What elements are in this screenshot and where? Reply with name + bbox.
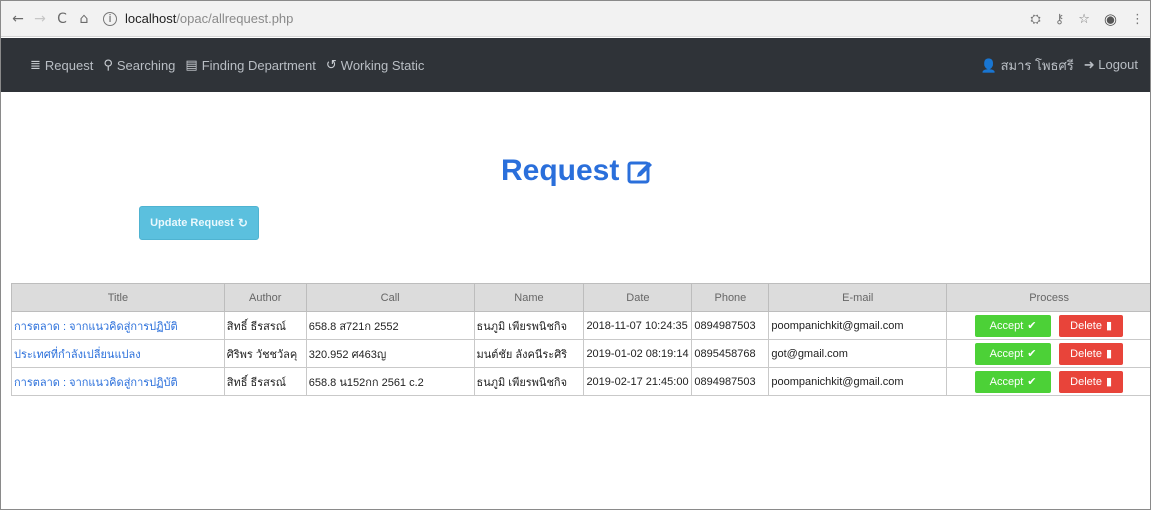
list-icon: ≣ [30,57,41,73]
row-phone: 0894987503 [691,311,770,340]
nav-user-area: 👤 สมาร โพธศรี ➜ Logout [981,38,1138,92]
delete-button[interactable]: Delete ▮ [1059,314,1124,337]
row-name: ธนภูมิ เพียรพนิชกิจ [473,367,585,396]
star-icon[interactable]: ☆ [1078,12,1090,27]
forward-icon[interactable]: → [29,11,51,27]
delete-button[interactable]: Delete ▮ [1059,370,1124,393]
trash-icon: ▮ [1105,375,1112,388]
delete-button[interactable]: Delete ▮ [1059,342,1124,365]
row-name: มนต์ชัย ลังคนีระศิริ [473,339,585,368]
row-title[interactable]: ประเทศที่กำลังเปลี่ยนแปลง [11,339,225,368]
accept-label: Accept [989,319,1024,332]
row-process: Accept ✔ Delete ▮ [946,339,1150,368]
row-phone: 0895458768 [691,339,770,368]
row-date: 2019-01-02 08:19:14 [583,339,693,368]
table-header-row: Title Author Call Name Date Phone E-mail… [11,283,1150,312]
row-author: สิทธิ์ ธีรสรณ์ [223,367,307,396]
check-icon: ✔ [1027,319,1037,332]
nav-request[interactable]: ≣ Request [30,58,93,73]
table-row: การตลาด : จากแนวคิดสู่การปฏิบัติ สิทธิ์ … [11,311,1150,340]
back-icon[interactable]: ← [7,11,29,27]
header-name: Name [473,283,585,312]
browser-actions: ⛭ ⚷ ☆ ◉ ⋮ [1030,1,1144,37]
accept-label: Accept [989,347,1024,360]
app-navbar: ≣ Request ⚲ Searching ▤ Finding Departme… [1,38,1150,92]
accept-button[interactable]: Accept ✔ [975,314,1052,337]
logout-link[interactable]: ➜ Logout [1084,57,1138,73]
row-email: got@gmail.com [768,339,948,368]
menu-icon[interactable]: ⋮ [1131,12,1144,27]
update-request-label: Update Request [150,217,234,229]
accept-button[interactable]: Accept ✔ [975,370,1052,393]
trash-icon: ▮ [1105,347,1112,360]
row-date: 2018-11-07 10:24:35 [583,311,693,340]
table-row: การตลาด : จากแนวคิดสู่การปฏิบัติ สิทธิ์ … [11,367,1150,396]
row-date: 2019-02-17 21:45:00 [583,367,693,396]
nav-finding-department[interactable]: ▤ Finding Department [185,58,315,73]
header-call: Call [305,283,475,312]
page-title-text: Request [501,154,620,187]
nav-searching[interactable]: ⚲ Searching [103,58,175,73]
header-date: Date [583,283,693,312]
edit-icon [627,161,653,184]
header-phone: Phone [691,283,770,312]
delete-label: Delete [1070,319,1102,332]
delete-label: Delete [1070,375,1102,388]
refresh-icon: ↻ [237,216,248,230]
row-author: ศิริพร วัชชวัลคุ [223,339,307,368]
row-call: 320.952 ศ463ญ [305,339,475,368]
check-icon: ✔ [1027,347,1037,360]
row-phone: 0894987503 [691,367,770,396]
row-email: poompanichkit@gmail.com [768,367,948,396]
table-row: ประเทศที่กำลังเปลี่ยนแปลง ศิริพร วัชชวัล… [11,339,1150,368]
page-title: Request [501,149,653,193]
nav-label: Searching [116,57,176,73]
row-call: 658.8 น152กก 2561 c.2 [305,367,475,396]
row-title[interactable]: การตลาด : จากแนวคิดสู่การปฏิบัติ [11,311,225,340]
row-author: สิทธิ์ ธีรสรณ์ [223,311,307,340]
header-title: Title [11,283,225,312]
logout-icon: ➜ [1083,57,1095,72]
address-bar[interactable]: i localhost /opac/allrequest.php [103,7,293,31]
translate-icon[interactable]: ⛭ [1030,12,1040,27]
request-table: Title Author Call Name Date Phone E-mail… [11,283,1150,396]
url-path: /opac/allrequest.php [176,11,294,26]
reload-icon[interactable]: C [51,11,73,27]
check-icon: ✔ [1027,375,1037,388]
user-menu[interactable]: 👤 สมาร โพธศรี [981,55,1074,76]
building-icon: ▤ [185,57,198,73]
nav-label: Request [44,57,94,73]
nav-working-static[interactable]: ↺ Working Static [326,58,424,73]
key-icon[interactable]: ⚷ [1055,12,1065,27]
info-icon[interactable]: i [103,11,117,26]
update-request-button[interactable]: Update Request ↻ [139,206,259,240]
url-host: localhost [125,11,177,26]
search-icon: ⚲ [103,57,113,73]
nav-label: Working Static [340,57,425,73]
browser-toolbar: ← → C ⌂ i localhost /opac/allrequest.php… [1,1,1150,37]
delete-label: Delete [1070,347,1102,360]
accept-label: Accept [989,375,1024,388]
history-icon: ↺ [325,57,337,73]
row-email: poompanichkit@gmail.com [768,311,948,340]
profile-icon[interactable]: ◉ [1104,10,1117,28]
row-process: Accept ✔ Delete ▮ [946,367,1150,396]
header-email: E-mail [768,283,948,312]
header-process: Process [946,283,1150,312]
row-name: ธนภูมิ เพียรพนิชกิจ [473,311,585,340]
row-title[interactable]: การตลาด : จากแนวคิดสู่การปฏิบัติ [11,367,225,396]
row-call: 658.8 ส721ก 2552 [305,311,475,340]
trash-icon: ▮ [1105,319,1112,332]
accept-button[interactable]: Accept ✔ [975,342,1052,365]
logout-label: Logout [1098,57,1138,72]
nav-label: Finding Department [201,57,316,73]
user-icon: 👤 [980,57,997,73]
browser-window: ← → C ⌂ i localhost /opac/allrequest.php… [0,0,1151,510]
home-icon[interactable]: ⌂ [73,11,95,27]
user-name: สมาร โพธศรี [1000,57,1074,73]
header-author: Author [223,283,307,312]
row-process: Accept ✔ Delete ▮ [946,311,1150,340]
